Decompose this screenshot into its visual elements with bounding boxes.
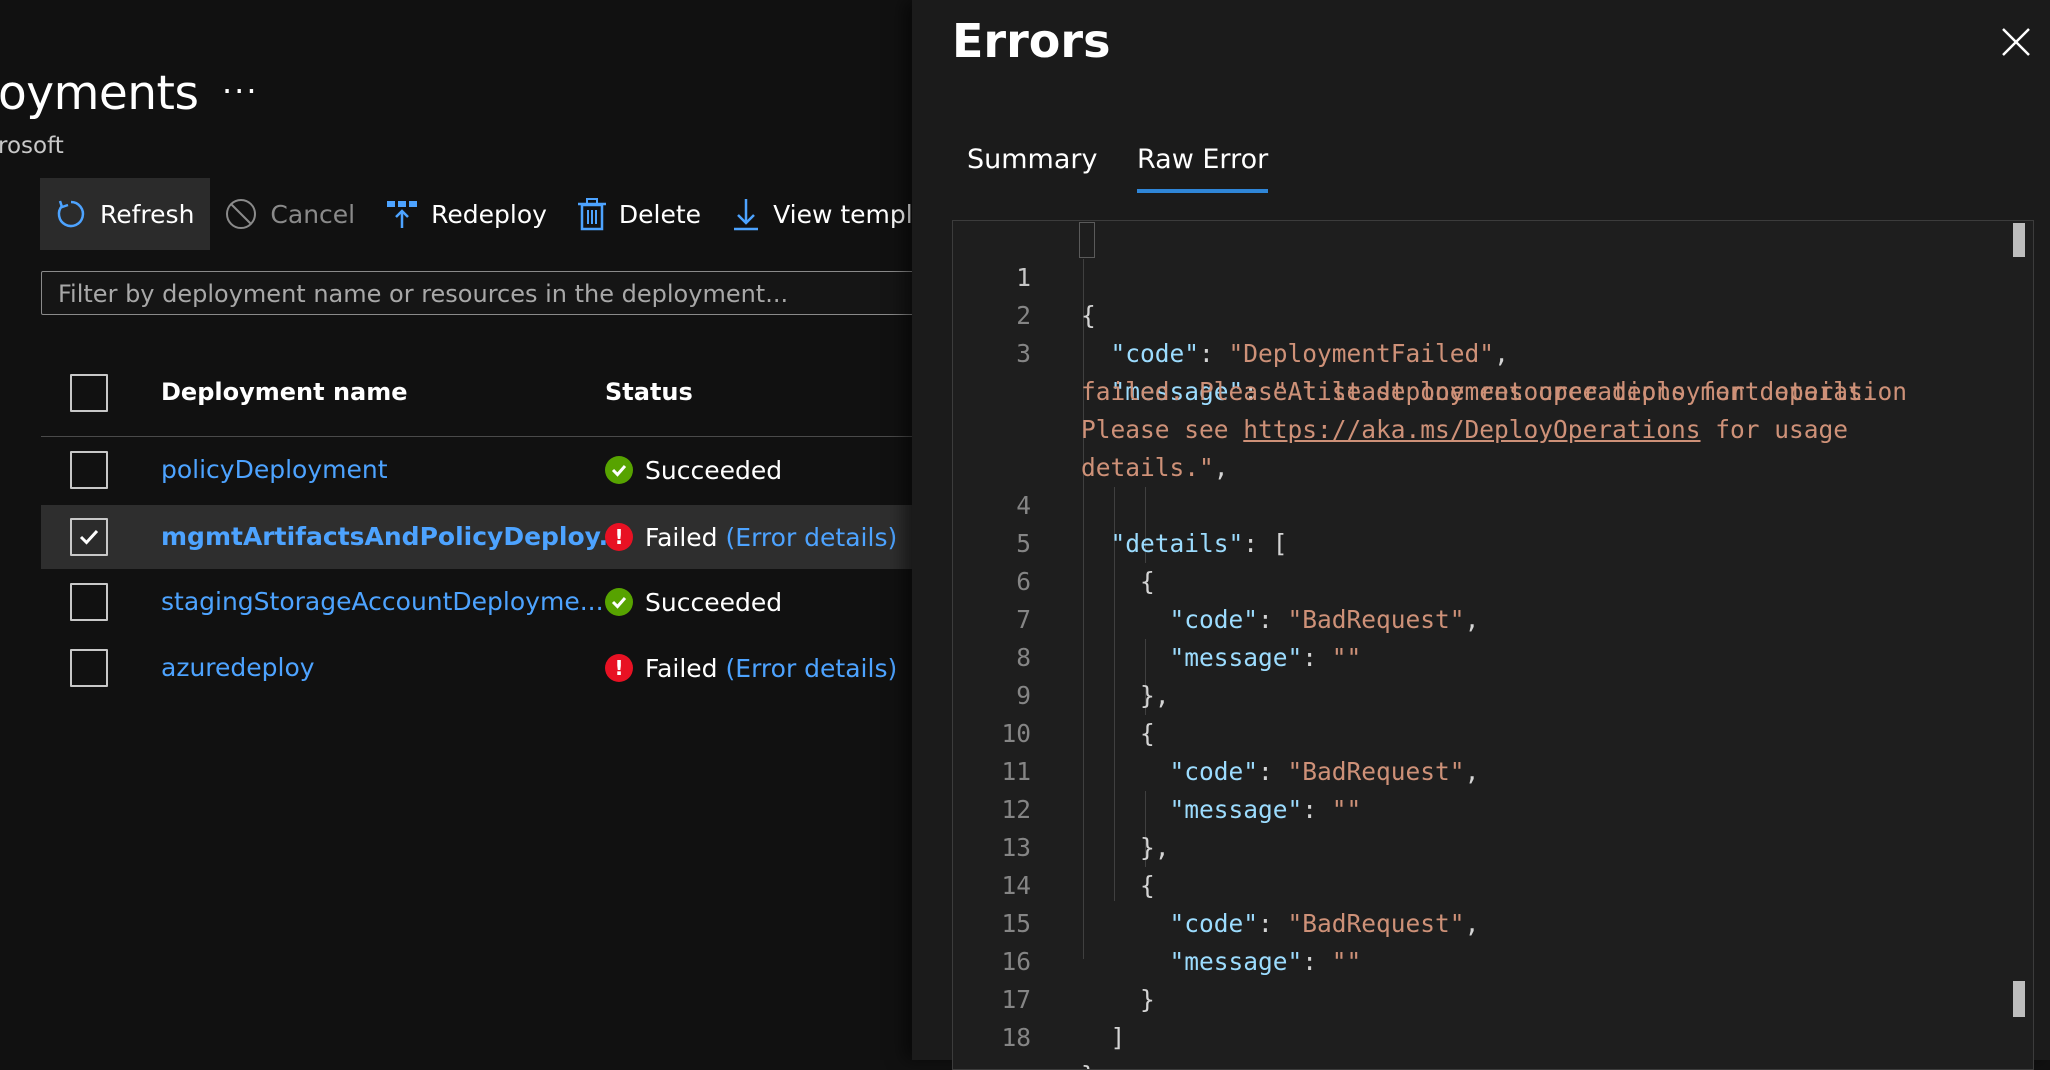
code-line: 17 ]	[953, 943, 2013, 1052]
deployment-name-link[interactable]: azuredeploy	[161, 636, 315, 700]
panel-title: Errors	[952, 14, 1111, 68]
tab-summary[interactable]: Summary	[967, 144, 1097, 175]
status-text: Failed	[645, 522, 718, 552]
redeploy-button[interactable]: Redeploy	[371, 178, 563, 250]
status-text: Succeeded	[645, 455, 783, 485]
code-line: 18 }	[953, 981, 2013, 1069]
code-line: 5 {	[953, 487, 2013, 596]
error-details-link[interactable]: (Error details)	[726, 654, 898, 683]
status-text: Failed	[645, 653, 718, 683]
error-icon: !	[605, 523, 633, 551]
success-check-icon	[605, 456, 633, 484]
view-template-label: View templat	[773, 199, 912, 229]
page-subtitle: rosoft	[0, 133, 64, 159]
line-number: 18	[1001, 1023, 1031, 1052]
filter-input[interactable]: Filter by deployment name or resources i…	[41, 271, 912, 315]
table-row[interactable]: mgmtArtifactsAndPolicyDeploy... ! Failed…	[41, 505, 912, 569]
code-line: 10 "code": "BadRequest",	[953, 677, 2013, 786]
download-icon	[734, 199, 759, 231]
status-cell: ! Failed (Error details)	[605, 505, 897, 569]
row-checkbox[interactable]	[70, 518, 108, 556]
scrollbar-bottom-marker[interactable]	[2013, 981, 2025, 1017]
redeploy-icon	[387, 201, 418, 228]
delete-label: Delete	[618, 199, 702, 229]
close-button[interactable]	[1998, 24, 2034, 60]
code-line-wrap: details.",	[1081, 453, 1229, 482]
deployment-name-link[interactable]: stagingStorageAccountDeployme...	[161, 570, 604, 634]
code-line: 16 }	[953, 905, 2013, 1014]
more-options-button[interactable]: ···	[222, 72, 259, 110]
code-line-wrap: Please see https://aka.ms/DeployOperatio…	[953, 373, 2013, 444]
code-line: 3 "message": "At least one resource depl…	[953, 297, 2013, 406]
refresh-label: Refresh	[100, 199, 195, 229]
checkmark-icon	[79, 529, 99, 545]
grid-header: Deployment name Status	[41, 360, 912, 437]
view-template-button[interactable]: View templat	[717, 178, 912, 250]
cancel-icon	[226, 199, 257, 229]
code-line-wrap: failed. Please list deployment operation…	[953, 335, 2013, 406]
code-line: 15 "message": ""	[953, 867, 2013, 976]
page-title: oyments	[0, 66, 199, 121]
scrollbar-top-marker[interactable]	[2013, 223, 2025, 257]
close-icon	[2002, 28, 2030, 56]
code-line: 1 {	[953, 221, 2013, 330]
code-line: 4 "details": [	[953, 449, 2013, 558]
raw-error-code-editor[interactable]: 1 { 2 "code": "DeploymentFailed", 3 "mes…	[952, 220, 2034, 1070]
code-line: 12 },	[953, 753, 2013, 862]
row-checkbox[interactable]	[70, 451, 108, 489]
errors-panel: Errors Summary Raw Error 1 { 2 "code": "…	[912, 0, 2050, 1070]
code-line: 13 {	[953, 791, 2013, 900]
status-cell: Succeeded	[605, 570, 782, 634]
code-line: 14 "code": "BadRequest",	[953, 829, 2013, 938]
refresh-button[interactable]: Refresh	[40, 178, 211, 250]
code-line: 2 "code": "DeploymentFailed",	[953, 259, 2013, 368]
deployments-blade: oyments ··· rosoft Refresh Cancel Redepl…	[0, 0, 912, 1060]
code-line: 9 {	[953, 639, 2013, 748]
code-line: 7 "message": ""	[953, 563, 2013, 672]
error-icon: !	[605, 654, 633, 682]
table-row[interactable]: policyDeployment Succeeded	[41, 438, 912, 502]
table-row[interactable]: stagingStorageAccountDeployme... Succeed…	[41, 570, 912, 634]
cancel-button[interactable]: Cancel	[210, 178, 371, 250]
error-details-link[interactable]: (Error details)	[726, 523, 898, 552]
tab-raw-error[interactable]: Raw Error	[1137, 144, 1269, 193]
row-checkbox[interactable]	[70, 649, 108, 687]
deployment-name-link[interactable]: mgmtArtifactsAndPolicyDeploy...	[161, 505, 627, 569]
status-text: Succeeded	[645, 587, 783, 617]
refresh-icon	[57, 200, 85, 228]
trash-icon	[577, 198, 606, 231]
column-header-status[interactable]: Status	[605, 378, 693, 406]
code-line: 6 "code": "BadRequest",	[953, 525, 2013, 634]
code-line: 11 "message": ""	[953, 715, 2013, 824]
success-check-icon	[605, 588, 633, 616]
status-cell: ! Failed (Error details)	[605, 636, 897, 700]
deployment-name-link[interactable]: policyDeployment	[161, 438, 388, 502]
select-all-checkbox[interactable]	[70, 374, 108, 412]
column-header-name[interactable]: Deployment name	[161, 378, 408, 406]
command-bar: Refresh Cancel Redeploy Delete View temp…	[40, 178, 912, 250]
table-row[interactable]: azuredeploy ! Failed (Error details)	[41, 636, 912, 700]
code-line: 8 },	[953, 601, 2013, 710]
status-cell: Succeeded	[605, 438, 782, 502]
redeploy-label: Redeploy	[431, 199, 547, 229]
delete-button[interactable]: Delete	[563, 178, 717, 250]
cancel-label: Cancel	[270, 199, 356, 229]
row-checkbox[interactable]	[70, 583, 108, 621]
